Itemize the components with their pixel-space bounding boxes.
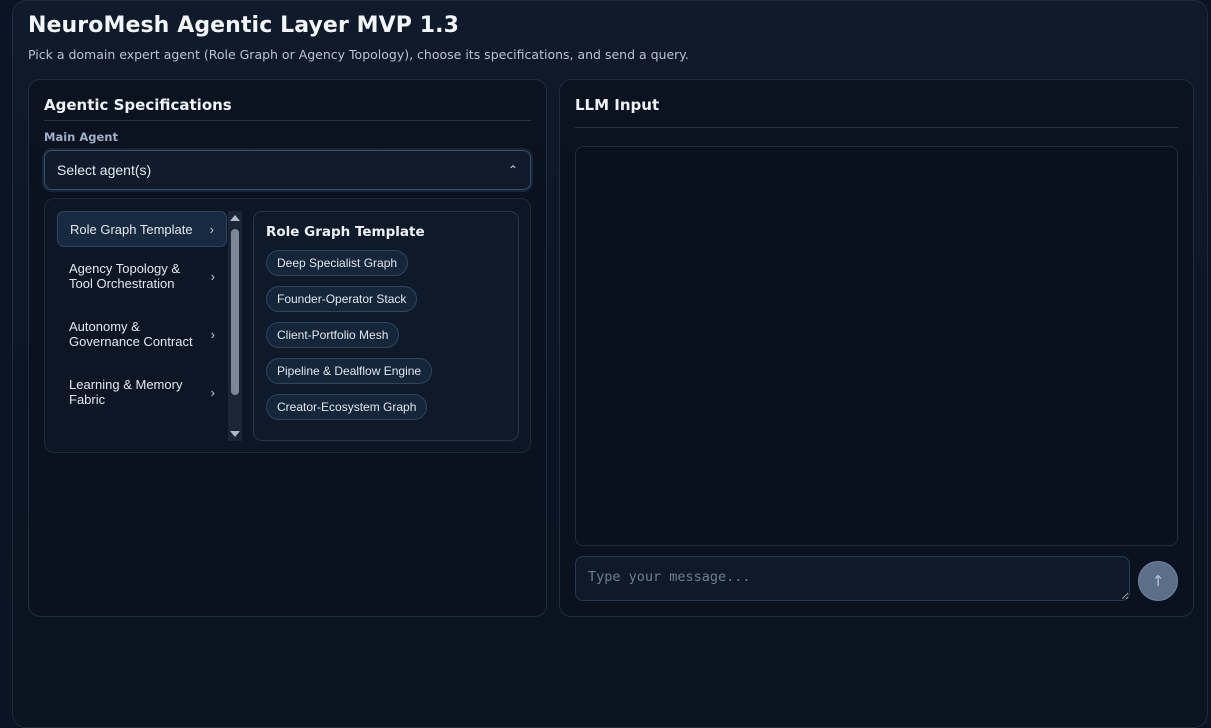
option-chip[interactable]: Creator-Ecosystem Graph [266,394,428,420]
category-agency-topology[interactable]: Agency Topology & Tool Orchestration › [57,261,227,291]
option-chip[interactable]: Founder-Operator Stack [266,286,418,312]
agent-select-value: Select agent(s) [57,162,152,178]
category-scrollbar[interactable] [228,211,242,441]
page-title: NeuroMesh Agentic Layer MVP 1.3 [28,13,460,38]
category-role-graph[interactable]: Role Graph Template › [57,211,227,247]
send-button[interactable]: ↑ [1138,561,1178,601]
llm-input-panel: LLM Input ↑ [559,79,1194,617]
page-subtitle: Pick a domain expert agent (Role Graph o… [28,47,689,62]
options-title: Role Graph Template [266,224,425,240]
app-window: NeuroMesh Agentic Layer MVP 1.3 Pick a d… [12,0,1208,728]
divider [575,127,1178,128]
panel-title: Agentic Specifications [44,96,232,114]
scrollbar-thumb[interactable] [231,229,239,395]
message-input[interactable] [575,556,1130,601]
panel-title: LLM Input [575,96,660,114]
divider [44,120,531,121]
option-chip[interactable]: Client-Portfolio Mesh [266,322,400,348]
arrow-up-icon: ↑ [1151,572,1165,590]
category-label: Governance Contract [69,334,193,349]
chevron-right-icon: › [210,326,215,342]
category-label: Agency Topology & [69,261,181,276]
category-label: Autonomy & [69,319,140,334]
agentic-specifications-panel: Agentic Specifications Main Agent Select… [28,79,547,617]
category-label: Role Graph Template [70,221,193,237]
main-agent-label: Main Agent [44,130,118,144]
category-learning-memory[interactable]: Learning & Memory Fabric › [57,377,227,407]
scroll-down-icon[interactable] [230,431,240,437]
category-label: Learning & Memory [69,377,183,392]
category-autonomy-governance[interactable]: Autonomy & Governance Contract › [57,319,227,349]
chevron-right-icon: › [209,221,214,237]
chevron-right-icon: › [210,384,215,400]
agent-select[interactable]: Select agent(s) ⌃ [44,150,531,190]
option-chip[interactable]: Pipeline & Dealflow Engine [266,358,433,384]
option-chip[interactable]: Deep Specialist Graph [266,250,409,276]
chat-output-area [575,146,1178,546]
category-label: Fabric [69,392,106,407]
category-label: Tool Orchestration [69,276,175,291]
chevron-up-icon: ⌃ [507,163,518,177]
scroll-up-icon[interactable] [230,215,240,221]
agent-dropdown: Role Graph Template › Agency Topology & … [44,198,531,453]
chevron-right-icon: › [210,268,215,284]
options-panel: Role Graph Template Deep Specialist Grap… [253,211,519,441]
